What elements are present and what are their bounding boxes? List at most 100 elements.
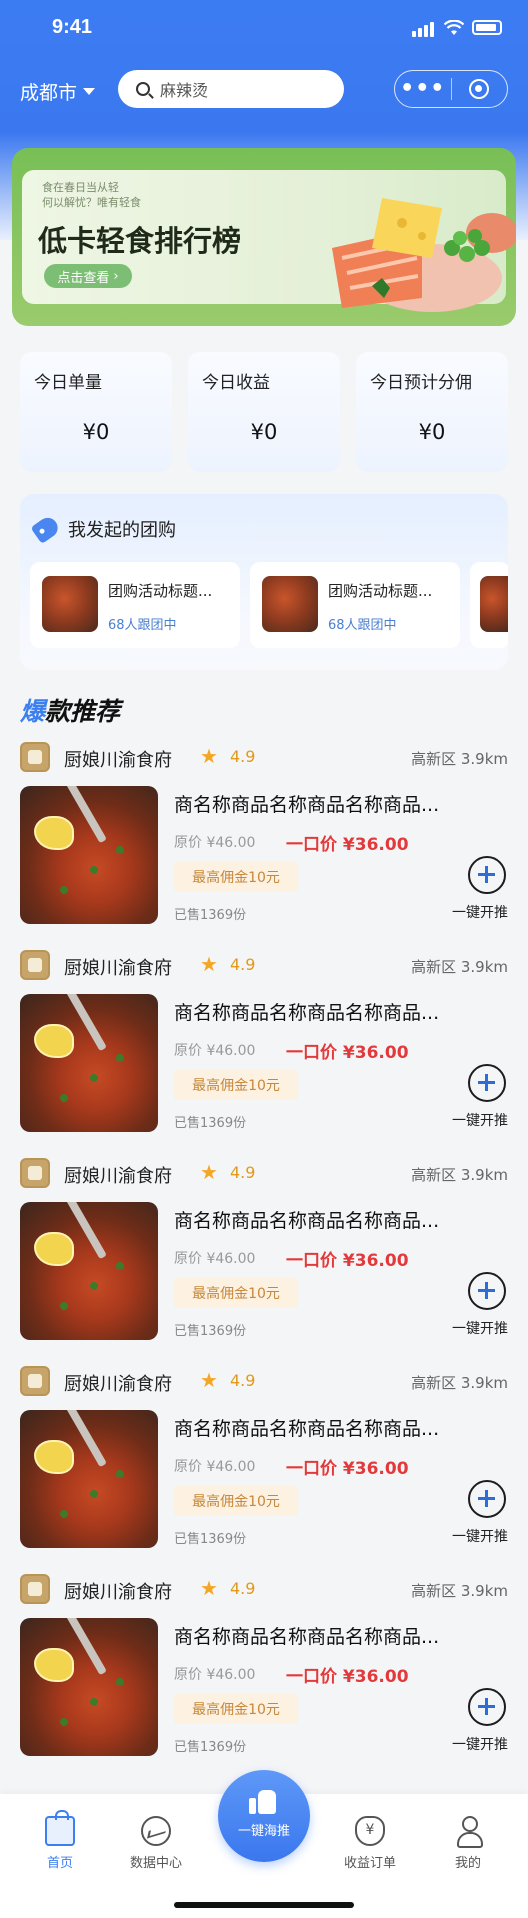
add-circle-icon[interactable] bbox=[468, 856, 506, 894]
group-buy-cards: 团购活动标题... 68人跟团中 团购活动标题... 68人跟团中 bbox=[30, 562, 508, 648]
tag-icon bbox=[30, 513, 62, 545]
lemon-graphic bbox=[34, 816, 74, 850]
shop-row[interactable]: 厨娘川渝食府 ★ 4.9 高新区 3.9km bbox=[20, 740, 508, 774]
commission-badge: 最高佣金10元 bbox=[174, 1278, 298, 1308]
hot-recommend-title: 爆款推荐 bbox=[20, 692, 120, 728]
stat-label: 今日预计分佣 bbox=[370, 373, 472, 393]
food-illustration bbox=[332, 198, 516, 312]
product-item[interactable]: 厨娘川渝食府 ★ 4.9 高新区 3.9km 商名称商品名称商品名称商品... 原价 ¥4… bbox=[0, 740, 528, 948]
promo-banner[interactable]: 食在春日当从轻 何以解忧？唯有轻食 低卡轻食排行榜 点击查看 › bbox=[12, 148, 516, 326]
shop-row[interactable]: 厨娘川渝食府 ★ 4.9 高新区 3.9km bbox=[20, 1364, 508, 1398]
one-click-push-button[interactable]: 一键开推 bbox=[452, 1526, 508, 1546]
tab-income-orders[interactable]: 收益订单 bbox=[330, 1816, 410, 1871]
tab-data-center[interactable]: 数据中心 bbox=[116, 1816, 196, 1871]
one-click-push-button[interactable]: 一键开推 bbox=[452, 1734, 508, 1754]
product-name: 商名称商品名称商品名称商品... bbox=[174, 1626, 440, 1648]
herb-graphic bbox=[116, 1054, 124, 1062]
herb-graphic bbox=[116, 1470, 124, 1478]
product-image[interactable] bbox=[20, 786, 158, 924]
product-name: 商名称商品名称商品名称商品... bbox=[174, 1418, 440, 1440]
product-name: 商名称商品名称商品名称商品... bbox=[174, 1002, 440, 1024]
one-click-promote-button[interactable]: 一键海推 bbox=[218, 1770, 310, 1862]
group-buy-header: 我发起的团购 bbox=[30, 513, 176, 545]
herb-graphic bbox=[60, 1718, 68, 1726]
herb-graphic bbox=[90, 1282, 98, 1290]
top-nav: 成都市 麻辣烫 ••• bbox=[0, 68, 528, 112]
product-item[interactable]: 厨娘川渝食府 ★ 4.9 高新区 3.9km 商名称商品名称商品名称商品... 原价 ¥4… bbox=[0, 948, 528, 1156]
shop-logo bbox=[20, 742, 50, 772]
city-selector[interactable]: 成都市 bbox=[20, 78, 96, 105]
commission-badge: 最高佣金10元 bbox=[174, 862, 298, 892]
shop-name: 厨娘川渝食府 bbox=[64, 1374, 172, 1395]
product-item[interactable]: 厨娘川渝食府 ★ 4.9 高新区 3.9km 商名称商品名称商品名称商品... 原价 ¥4… bbox=[0, 1156, 528, 1364]
herb-graphic bbox=[60, 886, 68, 894]
one-click-push-button[interactable]: 一键开推 bbox=[452, 1318, 508, 1338]
chevron-right-icon: › bbox=[113, 268, 119, 284]
city-label: 成都市 bbox=[20, 82, 78, 104]
shop-name: 厨娘川渝食府 bbox=[64, 958, 172, 979]
product-name: 商名称商品名称商品名称商品... bbox=[174, 794, 440, 816]
product-image[interactable] bbox=[20, 1618, 158, 1756]
close-target-icon[interactable] bbox=[452, 79, 508, 99]
add-circle-icon[interactable] bbox=[468, 1480, 506, 1518]
star-icon: ★ bbox=[200, 1160, 218, 1184]
group-buy-card-title: 团购活动标题... bbox=[328, 582, 433, 600]
herb-graphic bbox=[116, 1678, 124, 1686]
tab-mine-label: 我的 bbox=[454, 1856, 481, 1871]
deal-price: 一口价 ¥36.00 bbox=[286, 1043, 409, 1063]
commission-badge: 最高佣金10元 bbox=[174, 1486, 298, 1516]
banner-button-label: 点击查看 bbox=[57, 270, 110, 286]
shop-distance: 高新区 3.9km bbox=[411, 958, 508, 976]
star-icon: ★ bbox=[200, 744, 218, 768]
group-buy-card-status: 68人跟团中 bbox=[108, 618, 177, 633]
stat-label: 今日收益 bbox=[202, 373, 270, 393]
one-click-push-button[interactable]: 一键开推 bbox=[452, 1110, 508, 1130]
product-image[interactable] bbox=[20, 994, 158, 1132]
group-buy-thumbnail bbox=[262, 576, 318, 632]
shop-logo bbox=[20, 950, 50, 980]
original-price: 原价 ¥46.00 bbox=[174, 1251, 256, 1267]
star-icon: ★ bbox=[200, 1576, 218, 1600]
herb-graphic bbox=[60, 1094, 68, 1102]
shop-row[interactable]: 厨娘川渝食府 ★ 4.9 高新区 3.9km bbox=[20, 1156, 508, 1190]
wifi-icon bbox=[444, 19, 464, 35]
lemon-graphic bbox=[34, 1024, 74, 1058]
shop-logo bbox=[20, 1158, 50, 1188]
tab-home[interactable]: 首页 bbox=[20, 1810, 100, 1871]
lemon-graphic bbox=[34, 1440, 74, 1474]
shop-name: 厨娘川渝食府 bbox=[64, 1582, 172, 1603]
stat-value: ¥0 bbox=[418, 420, 446, 444]
product-item[interactable]: 厨娘川渝食府 ★ 4.9 高新区 3.9km 商名称商品名称商品名称商品... 原价 ¥4… bbox=[0, 1364, 528, 1572]
shop-distance: 高新区 3.9km bbox=[411, 1374, 508, 1392]
tab-home-label: 首页 bbox=[46, 1856, 73, 1871]
add-circle-icon[interactable] bbox=[468, 1688, 506, 1726]
add-circle-icon[interactable] bbox=[468, 1272, 506, 1310]
shop-distance: 高新区 3.9km bbox=[411, 1582, 508, 1600]
search-input[interactable]: 麻辣烫 bbox=[118, 70, 344, 108]
thumbs-up-icon bbox=[249, 1788, 279, 1814]
battery-icon bbox=[472, 20, 502, 35]
group-buy-card[interactable]: 团购活动标题... 68人跟团中 bbox=[30, 562, 240, 648]
one-click-push-button[interactable]: 一键开推 bbox=[452, 902, 508, 922]
shop-row[interactable]: 厨娘川渝食府 ★ 4.9 高新区 3.9km bbox=[20, 1572, 508, 1606]
banner-view-button[interactable]: 点击查看 › bbox=[44, 264, 132, 288]
add-circle-icon[interactable] bbox=[468, 1064, 506, 1102]
product-image[interactable] bbox=[20, 1202, 158, 1340]
shop-row[interactable]: 厨娘川渝食府 ★ 4.9 高新区 3.9km bbox=[20, 948, 508, 982]
product-item[interactable]: 厨娘川渝食府 ★ 4.9 高新区 3.9km 商名称商品名称商品名称商品... 原价 ¥4… bbox=[0, 1572, 528, 1780]
herb-graphic bbox=[90, 1698, 98, 1706]
group-buy-card-peek[interactable] bbox=[470, 562, 508, 648]
group-buy-thumbnail bbox=[480, 576, 508, 632]
group-buy-card[interactable]: 团购活动标题... 68人跟团中 bbox=[250, 562, 460, 648]
shop-rating: 4.9 bbox=[230, 1579, 256, 1598]
herb-graphic bbox=[116, 1262, 124, 1270]
shop-name: 厨娘川渝食府 bbox=[64, 1166, 172, 1187]
more-icon[interactable]: ••• bbox=[395, 74, 451, 104]
stat-label: 今日单量 bbox=[34, 373, 102, 393]
herb-graphic bbox=[60, 1510, 68, 1518]
stats-row: 今日单量 ¥0 今日收益 ¥0 今日预计分佣 ¥0 bbox=[20, 352, 508, 472]
tab-mine[interactable]: 我的 bbox=[428, 1816, 508, 1871]
user-icon bbox=[453, 1816, 483, 1848]
sold-count: 已售1369份 bbox=[174, 1324, 247, 1339]
product-image[interactable] bbox=[20, 1410, 158, 1548]
